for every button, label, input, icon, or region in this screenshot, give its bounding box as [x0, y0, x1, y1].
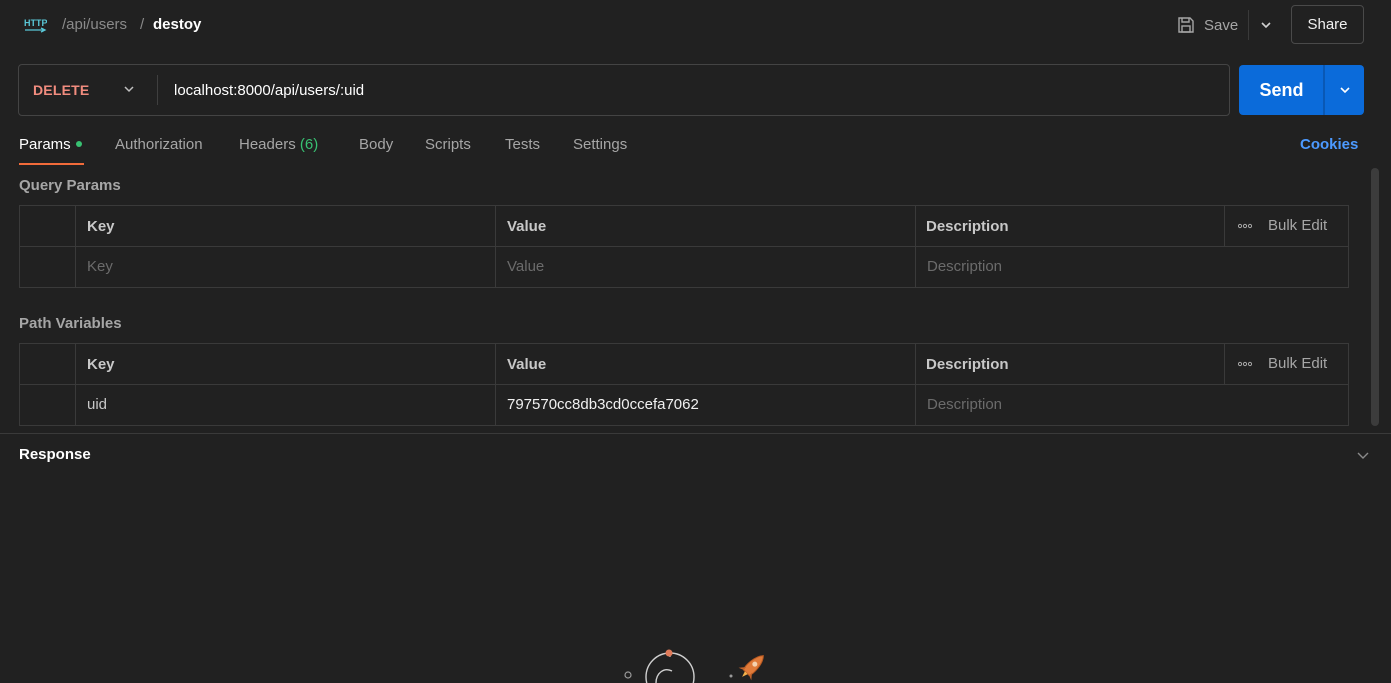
tab-label: Scripts [425, 136, 471, 153]
more-options-icon[interactable] [1238, 361, 1252, 367]
tab-scripts[interactable]: Scripts [425, 136, 471, 153]
key-column-header: Key [87, 356, 115, 373]
tab-label: Headers [239, 136, 296, 153]
table-row: uid 797570cc8db3cd0ccefa7062 Description [20, 385, 1348, 426]
path-variables-title: Path Variables [19, 315, 122, 332]
column-divider [1224, 344, 1225, 384]
cookies-link[interactable]: Cookies [1300, 136, 1358, 153]
params-indicator-dot [75, 141, 82, 148]
value-input[interactable]: Value [507, 258, 544, 275]
svg-text:HTTP: HTTP [24, 18, 47, 28]
tab-label: Body [359, 136, 394, 153]
value-input[interactable]: 797570cc8db3cd0ccefa7062 [507, 396, 699, 413]
tab-settings[interactable]: Settings [573, 136, 627, 153]
save-icon [1178, 17, 1194, 33]
breadcrumb-parent[interactable]: /api/users [62, 16, 127, 33]
bulk-edit-button[interactable]: Bulk Edit [1238, 355, 1327, 372]
bulk-edit-label: Bulk Edit [1268, 355, 1328, 372]
active-tab-underline [19, 163, 84, 165]
tab-label: Tests [505, 136, 541, 153]
request-editor: HTTP /api/users / destoy Save Share DELE… [0, 0, 1391, 683]
request-header: HTTP /api/users / destoy Save Share [0, 0, 1391, 50]
value-column-header: Value [507, 356, 547, 373]
save-button[interactable]: Save [1176, 10, 1246, 40]
chevron-down-icon[interactable] [1355, 447, 1371, 463]
query-params-title: Query Params [19, 177, 121, 194]
column-divider [1224, 206, 1225, 246]
description-column-header: Description [926, 356, 1009, 373]
save-divider [1248, 10, 1249, 40]
tab-params[interactable]: Params [19, 136, 82, 153]
tab-body[interactable]: Body [359, 136, 393, 153]
key-input[interactable]: Key [87, 258, 113, 275]
breadcrumb-separator: / [140, 16, 145, 33]
bulk-edit-label: Bulk Edit [1268, 217, 1328, 234]
more-options-icon[interactable] [1238, 223, 1252, 229]
query-params-table: Key Value Description Bulk Edit Key Valu… [19, 205, 1349, 288]
table-header-row: Key Value Description Bulk Edit [20, 344, 1348, 385]
description-input[interactable]: Description [927, 396, 1002, 413]
chevron-down-icon[interactable] [121, 81, 137, 97]
key-input[interactable]: uid [87, 396, 107, 413]
chevron-down-icon [1261, 22, 1271, 29]
send-button[interactable]: Send [1239, 65, 1324, 115]
tab-label: Authorization [115, 136, 203, 153]
request-name[interactable]: destoy [153, 16, 201, 33]
tab-headers[interactable]: Headers (6) [239, 136, 318, 153]
value-column-header: Value [507, 218, 547, 235]
url-divider [157, 75, 158, 105]
tab-tests[interactable]: Tests [505, 136, 540, 153]
vertical-scrollbar[interactable] [1371, 168, 1379, 426]
description-column-header: Description [926, 218, 1009, 235]
chevron-down-icon [1339, 87, 1350, 94]
save-options-button[interactable] [1254, 13, 1278, 37]
table-row: Key Value Description [20, 247, 1348, 288]
send-options-button[interactable] [1325, 65, 1364, 115]
headers-count: (6) [299, 136, 319, 153]
tab-label: Params [19, 136, 71, 153]
path-variables-table: Key Value Description Bulk Edit uid 7975… [19, 343, 1349, 426]
url-input[interactable]: localhost:8000/api/users/:uid [174, 82, 364, 99]
method-selector[interactable]: DELETE [33, 82, 89, 98]
save-label: Save [1204, 16, 1239, 34]
response-divider[interactable] [0, 433, 1391, 434]
response-title: Response [19, 446, 91, 463]
share-button[interactable]: Share [1291, 5, 1364, 44]
tab-label: Settings [573, 136, 628, 153]
tab-authorization[interactable]: Authorization [115, 136, 203, 153]
http-icon: HTTP [24, 18, 47, 33]
key-column-header: Key [87, 218, 115, 235]
url-bar: DELETE localhost:8000/api/users/:uid [18, 64, 1230, 116]
description-input[interactable]: Description [927, 258, 1002, 275]
table-header-row: Key Value Description Bulk Edit [20, 206, 1348, 247]
astronaut-rocket-illustration [624, 649, 764, 683]
bulk-edit-button[interactable]: Bulk Edit [1238, 217, 1327, 234]
